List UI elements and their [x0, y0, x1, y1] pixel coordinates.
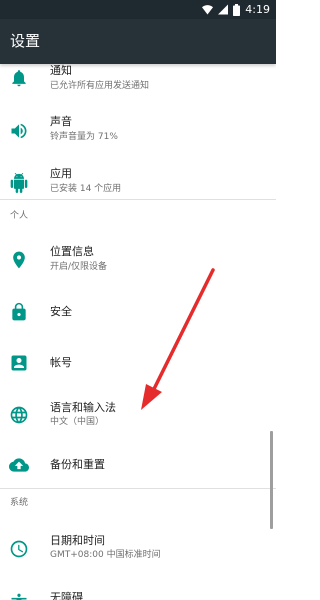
settings-item-title: 日期和时间	[50, 534, 105, 547]
settings-item-subtitle: 已允许所有应用发送通知	[50, 81, 150, 91]
bell-icon	[12, 70, 26, 87]
account-box-icon	[11, 355, 27, 371]
settings-item-title: 无障碍	[50, 591, 83, 600]
settings-item-location[interactable]: 位置信息 开启/仅限设备	[0, 236, 276, 286]
settings-item-subtitle: 铃声音量为 71%	[50, 132, 118, 142]
android-icon	[10, 173, 28, 193]
settings-item-accounts[interactable]: 帐号	[0, 339, 276, 389]
settings-item-title: 安全	[50, 305, 72, 318]
accessibility-icon	[11, 593, 27, 600]
app-bar: 设置	[0, 19, 276, 64]
section-divider	[0, 199, 276, 200]
settings-item-title: 位置信息	[50, 245, 94, 258]
battery-icon	[233, 3, 241, 16]
volume-icon	[11, 123, 27, 139]
settings-item-security[interactable]: 安全	[0, 288, 276, 338]
settings-list[interactable]: 通知 已允许所有应用发送通知 声音 铃声音量为 71% 应用 已安装 14 个应…	[0, 64, 276, 600]
settings-item-accessibility[interactable]: 无障碍	[0, 580, 276, 600]
settings-item-title: 备份和重置	[50, 458, 105, 471]
settings-item-title: 应用	[50, 167, 72, 180]
settings-item-title: 语言和输入法	[50, 401, 116, 414]
location-pin-icon	[13, 251, 25, 269]
settings-item-date-time[interactable]: 日期和时间 GMT+08:00 中国标准时间	[0, 524, 276, 574]
settings-item-subtitle: GMT+08:00 中国标准时间	[50, 550, 161, 560]
settings-item-sound[interactable]: 声音 铃声音量为 71%	[0, 106, 276, 156]
settings-item-subtitle: 开启/仅限设备	[50, 262, 108, 272]
settings-screen: 4:19 设置 通知 已允许所有应用发送通知 声音 铃声音量为 71% 应用 已…	[0, 0, 276, 600]
clock-icon	[10, 540, 28, 558]
scrollbar[interactable]	[270, 431, 273, 529]
page-title: 设置	[10, 32, 41, 50]
settings-item-notifications[interactable]: 通知 已允许所有应用发送通知	[0, 64, 276, 105]
signal-icon	[218, 4, 229, 15]
section-header-system: 系统	[10, 498, 29, 508]
status-time: 4:19	[245, 3, 270, 16]
section-divider	[0, 488, 276, 489]
settings-item-apps[interactable]: 应用 已安装 14 个应用	[0, 158, 276, 208]
settings-item-backup-reset[interactable]: 备份和重置	[0, 440, 276, 490]
cloud-upload-icon	[9, 458, 29, 472]
settings-item-title: 通知	[50, 64, 72, 77]
settings-item-title: 声音	[50, 115, 72, 128]
settings-item-subtitle: 已安装 14 个应用	[50, 184, 122, 194]
settings-item-subtitle: 中文（中国）	[50, 417, 105, 427]
section-header-personal: 个人	[10, 211, 29, 221]
settings-item-language[interactable]: 语言和输入法 中文（中国）	[0, 390, 276, 440]
globe-icon	[10, 406, 28, 424]
lock-icon	[12, 302, 26, 321]
wifi-icon	[202, 5, 214, 15]
settings-item-title: 帐号	[50, 356, 72, 369]
status-icons: 4:19	[202, 1, 270, 18]
status-bar: 4:19	[0, 0, 276, 19]
